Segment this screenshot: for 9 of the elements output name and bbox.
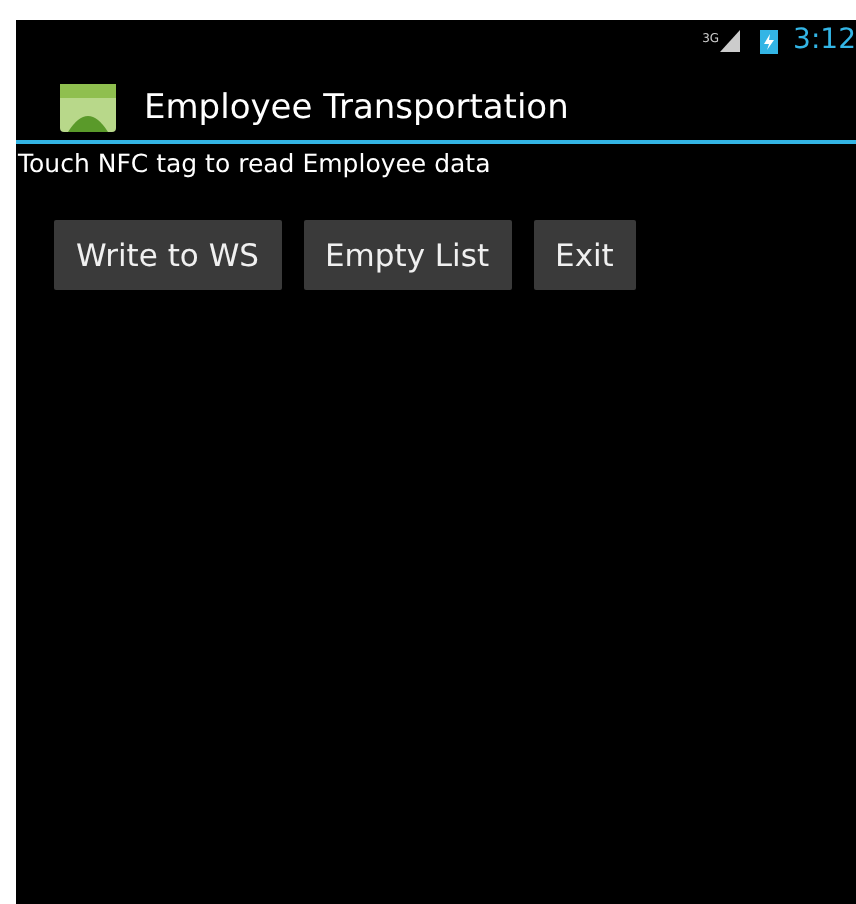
action-button[interactable]: Write to WS bbox=[54, 220, 282, 290]
battery-icon bbox=[759, 27, 778, 53]
clock-time: 3:12 bbox=[793, 24, 856, 56]
app-icon bbox=[60, 84, 116, 132]
app-title: Employee Transportation bbox=[144, 88, 569, 128]
action-button[interactable]: Empty List bbox=[303, 220, 512, 290]
action-button[interactable]: Exit bbox=[533, 220, 636, 290]
signal-icon bbox=[719, 29, 740, 51]
instruction-text: Touch NFC tag to read Employee data bbox=[18, 148, 493, 178]
